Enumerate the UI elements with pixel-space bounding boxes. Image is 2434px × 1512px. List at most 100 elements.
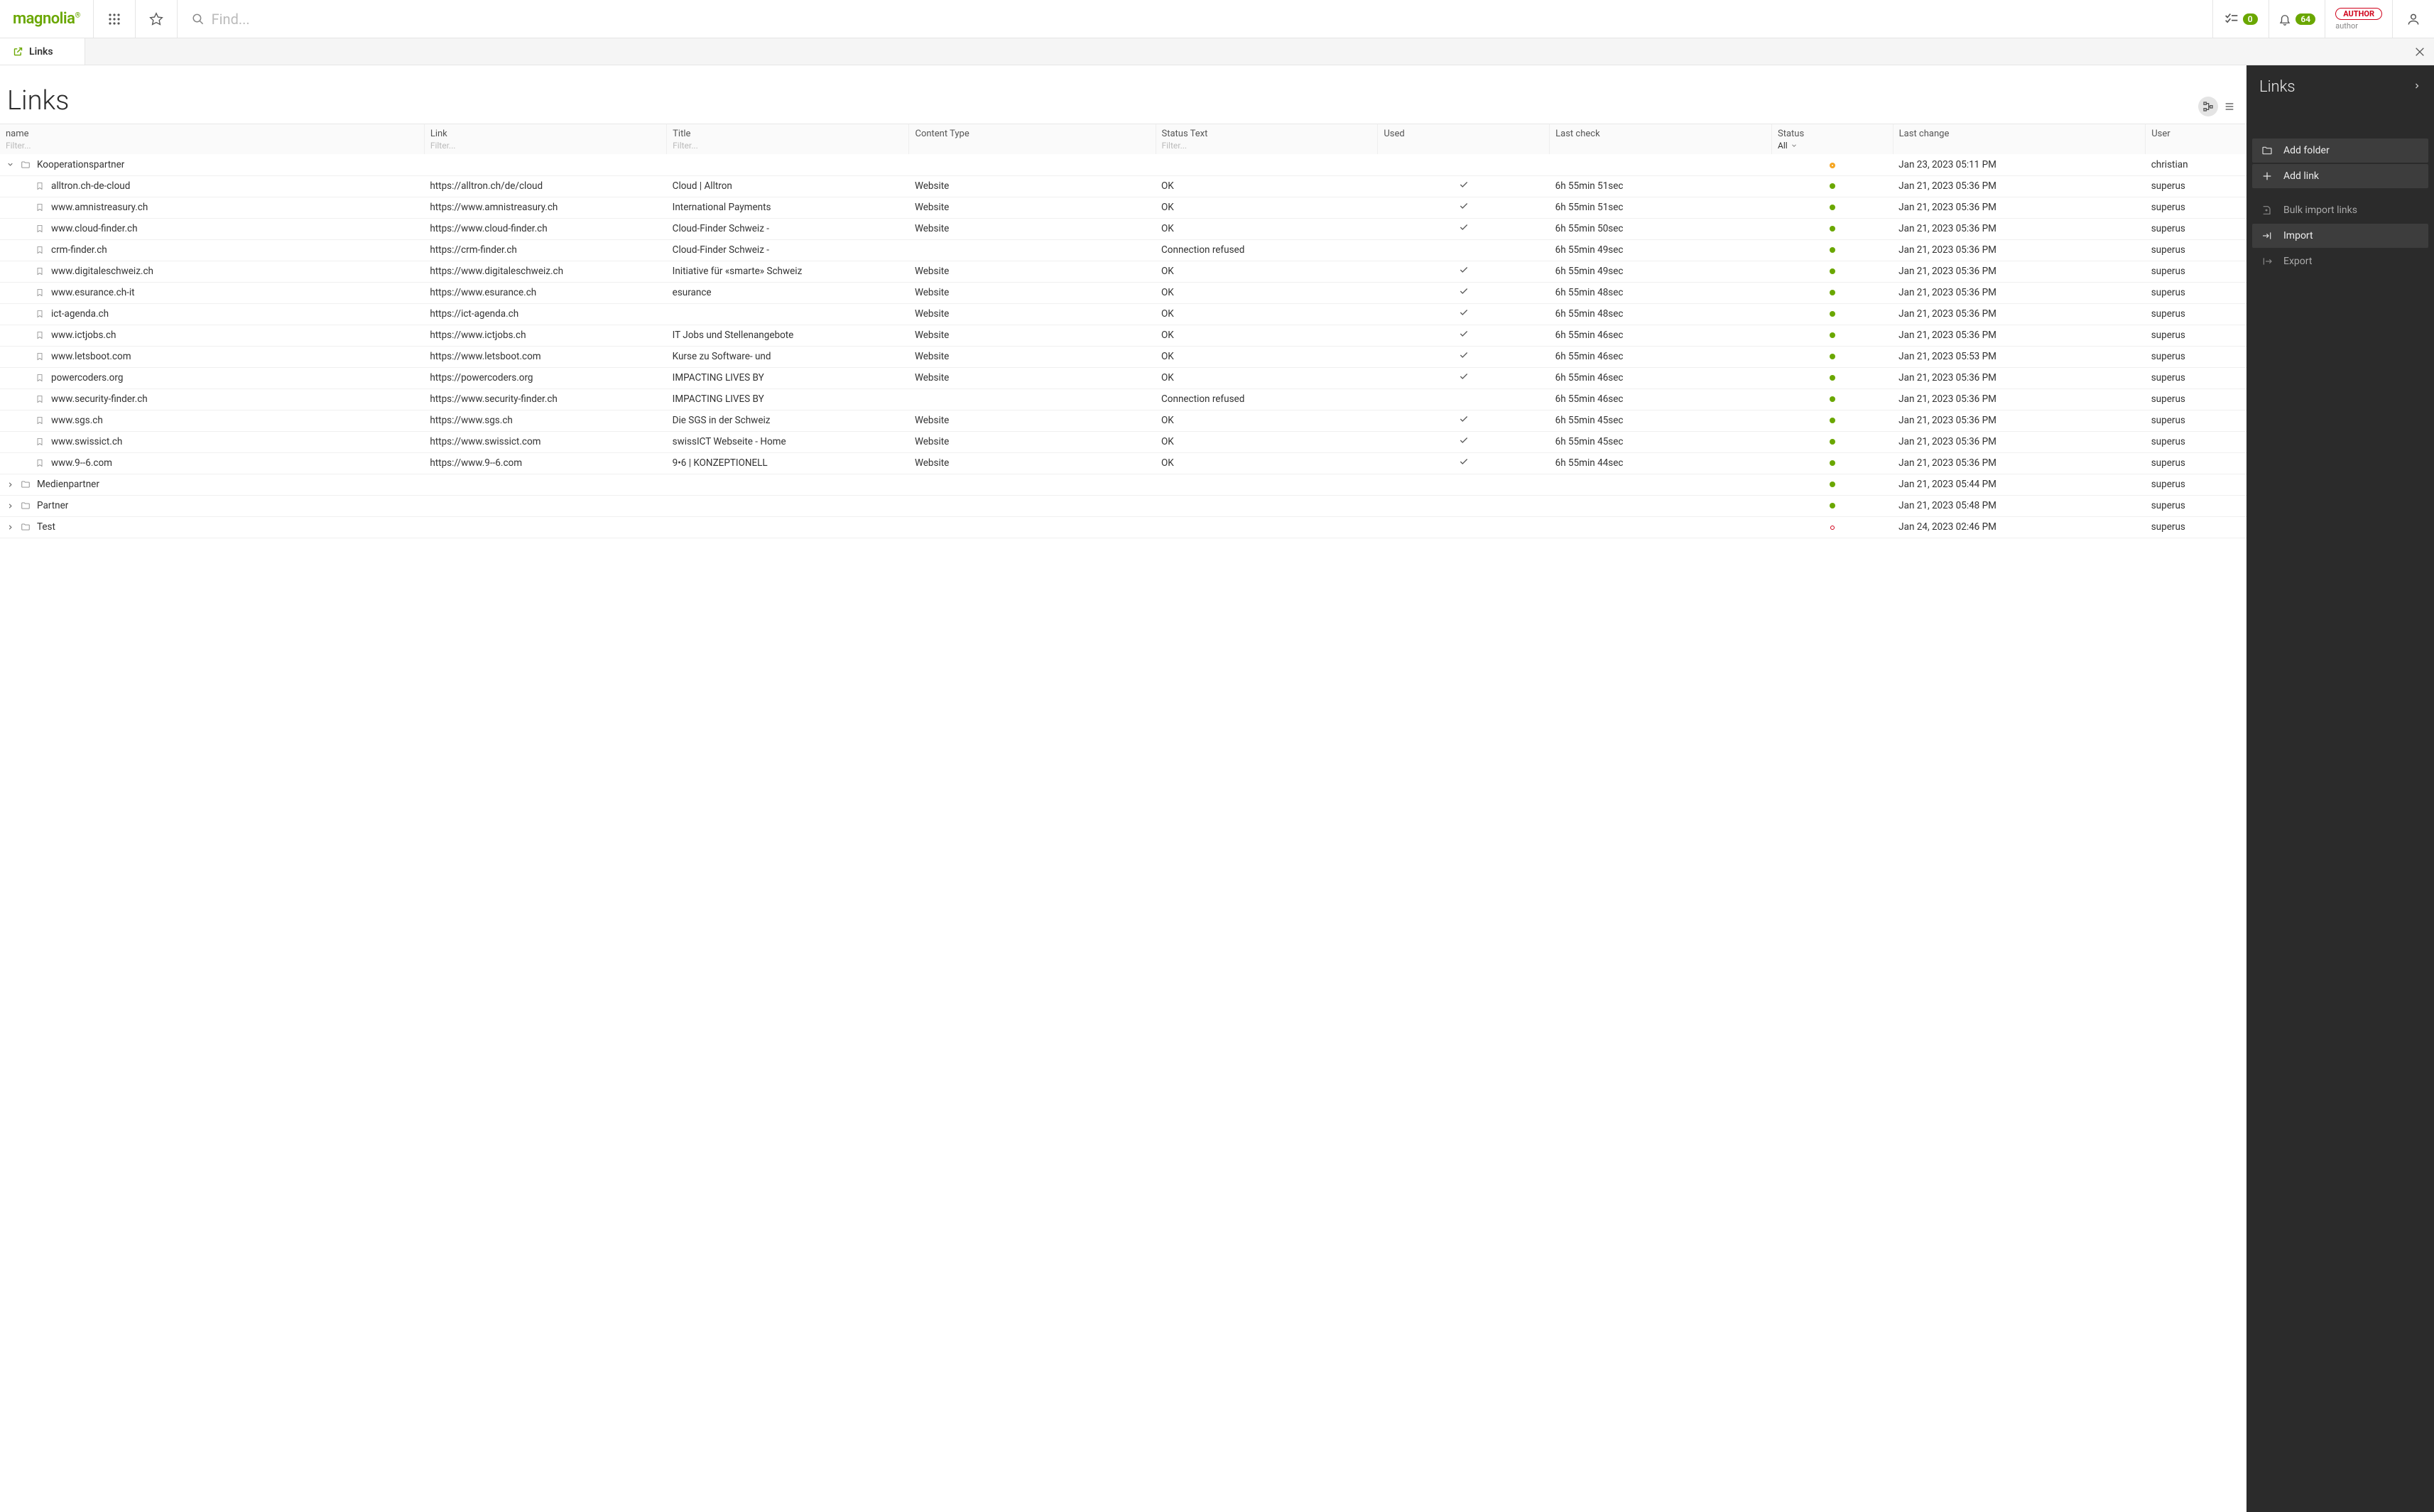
table-row[interactable]: alltron.ch-de-cloudhttps://alltron.ch/de… bbox=[0, 175, 2246, 197]
table-row[interactable]: www.9--6.comhttps://www.9--6.com9•6 | KO… bbox=[0, 452, 2246, 474]
cell-last-check: 6h 55min 45sec bbox=[1550, 431, 1772, 452]
col-user[interactable]: User bbox=[2146, 124, 2246, 154]
action-bulk-import[interactable]: Bulk import links bbox=[2252, 198, 2428, 222]
filter-title[interactable]: Filter... bbox=[673, 141, 698, 151]
status-dot bbox=[1830, 482, 1835, 487]
cell-content-type: Website bbox=[909, 367, 1156, 388]
cell-user: superus bbox=[2146, 388, 2246, 410]
table-row[interactable]: TestJan 24, 2023 02:46 PMsuperus bbox=[0, 516, 2246, 538]
table-row[interactable]: www.digitaleschweiz.chhttps://www.digita… bbox=[0, 261, 2246, 282]
tasks-button[interactable]: 0 bbox=[2213, 0, 2269, 38]
expander[interactable] bbox=[6, 480, 14, 489]
cell-last-check: 6h 55min 45sec bbox=[1550, 410, 1772, 431]
status-filter-dropdown[interactable]: All bbox=[1778, 141, 1887, 151]
import-icon bbox=[2261, 205, 2273, 216]
cell-last-change: Jan 21, 2023 05:36 PM bbox=[1893, 175, 2146, 197]
cell-link: https://www.digitaleschweiz.ch bbox=[424, 261, 666, 282]
cell-status-text: OK bbox=[1156, 325, 1378, 346]
role-area[interactable]: AUTHOR author bbox=[2325, 0, 2392, 38]
action-panel: Links Add folder Add link Bulk import li bbox=[2246, 65, 2434, 1512]
table-row[interactable]: ict-agenda.chhttps://ict-agenda.chWebsit… bbox=[0, 303, 2246, 325]
col-status-text[interactable]: Status TextFilter... bbox=[1156, 124, 1378, 154]
table-row[interactable]: www.cloud-finder.chhttps://www.cloud-fin… bbox=[0, 218, 2246, 239]
filter-stext[interactable]: Filter... bbox=[1162, 141, 1188, 151]
cell-title: esurance bbox=[667, 282, 909, 303]
cell-used bbox=[1378, 495, 1550, 516]
expander[interactable] bbox=[6, 501, 14, 510]
cell-link: https://www.sgs.ch bbox=[424, 410, 666, 431]
table-row[interactable]: crm-finder.chhttps://crm-finder.chCloud-… bbox=[0, 239, 2246, 261]
cell-title: Cloud-Finder Schweiz - bbox=[667, 218, 909, 239]
filter-name[interactable]: Filter... bbox=[6, 141, 31, 151]
col-link[interactable]: LinkFilter... bbox=[424, 124, 666, 154]
bookmark-icon bbox=[34, 457, 45, 469]
bookmark-icon bbox=[34, 330, 45, 341]
notifications-button[interactable]: 64 bbox=[2269, 0, 2325, 38]
bookmark-icon bbox=[34, 393, 45, 405]
tab-links[interactable]: Links bbox=[0, 38, 85, 65]
app-launcher-button[interactable] bbox=[94, 0, 135, 38]
cell-last-change: Jan 23, 2023 05:11 PM bbox=[1893, 154, 2146, 175]
col-name[interactable]: nameFilter... bbox=[0, 124, 424, 154]
table[interactable]: nameFilter... LinkFilter... TitleFilter.… bbox=[0, 124, 2246, 1512]
expander[interactable] bbox=[6, 161, 14, 169]
user-menu-button[interactable] bbox=[2393, 0, 2434, 38]
cell-last-change: Jan 21, 2023 05:48 PM bbox=[1893, 495, 2146, 516]
action-export[interactable]: Export bbox=[2252, 249, 2428, 273]
status-dot bbox=[1830, 354, 1835, 359]
panel-expand-button[interactable] bbox=[2413, 82, 2421, 93]
expander[interactable] bbox=[6, 523, 14, 531]
favorites-button[interactable] bbox=[136, 0, 177, 38]
cell-last-check: 6h 55min 51sec bbox=[1550, 175, 1772, 197]
action-add-link[interactable]: Add link bbox=[2252, 164, 2428, 188]
cell-title: Kurse zu Software- und bbox=[667, 346, 909, 367]
table-row[interactable]: www.swissict.chhttps://www.swissict.coms… bbox=[0, 431, 2246, 452]
action-import[interactable]: Import bbox=[2252, 224, 2428, 248]
table-header-row: nameFilter... LinkFilter... TitleFilter.… bbox=[0, 124, 2246, 154]
col-status[interactable]: StatusAll bbox=[1772, 124, 1894, 154]
row-name-label: powercoders.org bbox=[51, 372, 123, 384]
col-last-check[interactable]: Last check bbox=[1550, 124, 1772, 154]
table-row[interactable]: PartnerJan 21, 2023 05:48 PMsuperus bbox=[0, 495, 2246, 516]
table-row[interactable]: www.amnistreasury.chhttps://www.amnistre… bbox=[0, 197, 2246, 218]
check-icon bbox=[1459, 266, 1469, 278]
bookmark-icon bbox=[34, 223, 45, 234]
cell-status bbox=[1772, 346, 1894, 367]
search-area[interactable] bbox=[178, 0, 2212, 38]
table-row[interactable]: www.sgs.chhttps://www.sgs.chDie SGS in d… bbox=[0, 410, 2246, 431]
cell-user: superus bbox=[2146, 516, 2246, 538]
search-input[interactable] bbox=[212, 11, 2199, 28]
cell-last-check bbox=[1550, 154, 1772, 175]
close-icon bbox=[2414, 46, 2425, 58]
logo-text: magnolia® bbox=[13, 10, 80, 28]
tab-close-button[interactable] bbox=[2406, 38, 2434, 65]
table-row[interactable]: powercoders.orghttps://powercoders.orgIM… bbox=[0, 367, 2246, 388]
cell-content-type bbox=[909, 388, 1156, 410]
table-row[interactable]: www.security-finder.chhttps://www.securi… bbox=[0, 388, 2246, 410]
table-row[interactable]: www.letsboot.comhttps://www.letsboot.com… bbox=[0, 346, 2246, 367]
action-add-folder[interactable]: Add folder bbox=[2252, 138, 2428, 163]
filter-link[interactable]: Filter... bbox=[430, 141, 456, 151]
cell-status-text: OK bbox=[1156, 346, 1378, 367]
table-row[interactable]: www.ictjobs.chhttps://www.ictjobs.chIT J… bbox=[0, 325, 2246, 346]
cell-used bbox=[1378, 218, 1550, 239]
col-title[interactable]: TitleFilter... bbox=[667, 124, 909, 154]
bookmark-icon bbox=[34, 415, 45, 426]
col-last-change[interactable]: Last change bbox=[1893, 124, 2146, 154]
cell-used bbox=[1378, 325, 1550, 346]
tree-view-button[interactable] bbox=[2198, 97, 2218, 116]
table-row[interactable]: MedienpartnerJan 21, 2023 05:44 PMsuperu… bbox=[0, 474, 2246, 495]
table-row[interactable]: www.esurance.ch-ithttps://www.esurance.c… bbox=[0, 282, 2246, 303]
col-content-type[interactable]: Content Type bbox=[909, 124, 1156, 154]
folder-icon bbox=[20, 159, 31, 170]
cell-status-text: OK bbox=[1156, 303, 1378, 325]
col-used[interactable]: Used bbox=[1378, 124, 1550, 154]
cell-used bbox=[1378, 239, 1550, 261]
logo[interactable]: magnolia® bbox=[0, 0, 93, 38]
cell-content-type: Website bbox=[909, 346, 1156, 367]
cell-link bbox=[424, 474, 666, 495]
list-view-button[interactable] bbox=[2220, 97, 2239, 116]
table-row[interactable]: KooperationspartnerJan 23, 2023 05:11 PM… bbox=[0, 154, 2246, 175]
cell-last-change: Jan 21, 2023 05:36 PM bbox=[1893, 303, 2146, 325]
cell-last-change: Jan 21, 2023 05:36 PM bbox=[1893, 197, 2146, 218]
